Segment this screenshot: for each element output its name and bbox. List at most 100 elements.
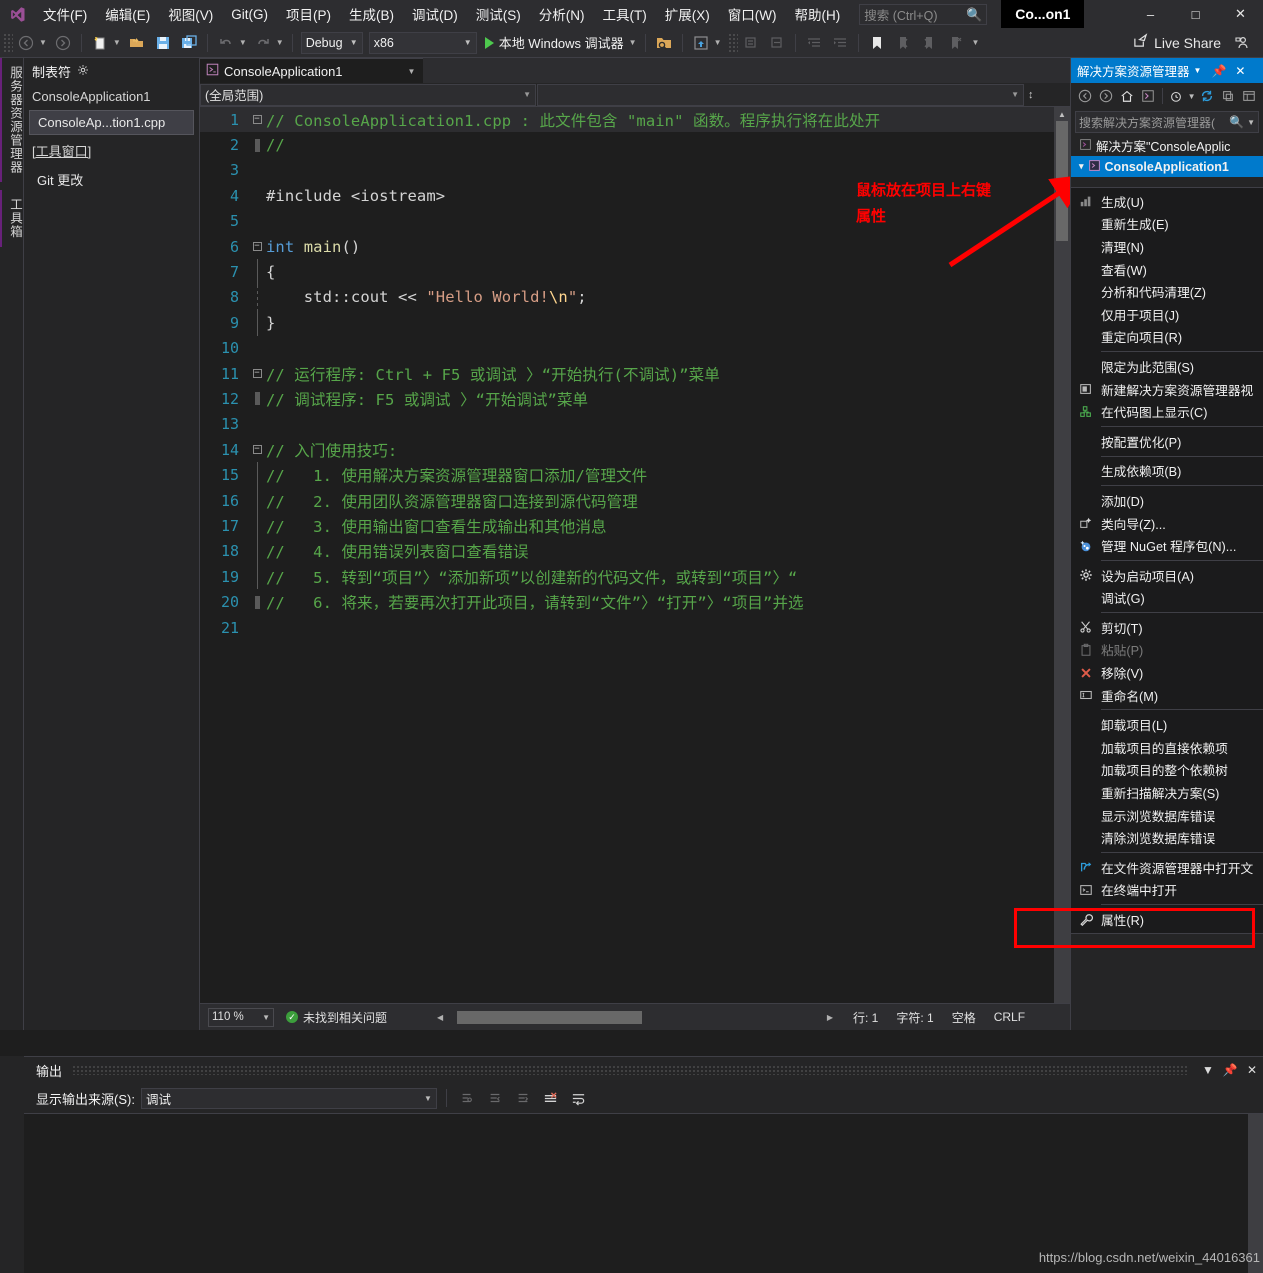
project-context-menu[interactable]: 生成(U) 重新生成(E) 清理(N) 查看(W) 分析和代码清理(Z) 仅用于项目(J)… [1070,187,1263,934]
expand-arrow-icon[interactable]: ▾ [1079,161,1084,172]
code-line[interactable]: 12 // 调试程序: F5 或调试 〉“开始调试”菜单 [200,386,1070,411]
context-menu-item[interactable]: 加载项目的整个依赖树 [1071,759,1263,782]
context-menu-item[interactable]: 添加(D) [1071,489,1263,512]
menu-help[interactable]: 帮助(H) [787,1,847,27]
context-menu-item[interactable]: 属性(R) [1071,908,1263,931]
code-line[interactable]: 2 // [200,132,1070,157]
live-share-button[interactable]: Live Share [1133,32,1221,53]
undo-dropdown-icon[interactable]: ▼ [239,38,247,47]
toolbar-overflow-icon[interactable]: ▼ [972,38,980,47]
search-icon-se[interactable]: 🔍 [1229,115,1244,129]
project-node[interactable]: ▾ ConsoleApplication1 [1071,156,1263,177]
code-line[interactable]: 16 // 2. 使用团队资源管理器窗口连接到源代码管理 [200,487,1070,514]
toolbar-grip-2[interactable] [727,32,738,53]
member-dropdown[interactable]: ▼ [537,83,1024,106]
output-drag-handle[interactable] [72,1065,1187,1075]
editor-tab-consoleapplication1[interactable]: ConsoleApplication1 ▼ [200,58,424,83]
toolbar-grip[interactable] [3,32,13,53]
context-menu-item[interactable]: 类向导(Z)... [1071,512,1263,535]
code-line[interactable]: 11 −// 运行程序: Ctrl + F5 或调试 〉“开始执行(不调试)”菜单 [200,361,1070,386]
new-project-icon[interactable] [88,31,112,55]
nav-forward-icon[interactable] [1096,86,1115,106]
solution-explorer-search[interactable]: 搜索解决方案资源管理器( 🔍 ▼ [1075,111,1259,133]
back-dropdown-icon[interactable]: ▼ [39,38,47,47]
context-menu-item[interactable]: 仅用于项目(J) [1071,303,1263,326]
context-menu-item[interactable]: 重命名(M) [1071,684,1263,707]
output-close-icon[interactable]: ✕ [1241,1063,1263,1077]
code-line[interactable]: 13 [200,412,1070,437]
fold-collapse-icon[interactable]: − [252,369,262,379]
output-source-dropdown[interactable]: 调试 ▼ [140,1087,437,1109]
run-dropdown-icon[interactable]: ▼ [629,38,637,47]
bookmark-icon[interactable] [865,31,889,55]
menu-debug[interactable]: 调试(D) [405,1,465,27]
code-line[interactable]: 17 // 3. 使用输出窗口查看生成输出和其他消息 [200,513,1070,539]
output-menu-icon[interactable]: ▼ [1197,1063,1219,1077]
open-file-icon[interactable] [125,31,149,55]
pending-dropdown-icon[interactable]: ▼ [1188,92,1196,101]
code-line[interactable]: 6 − int main() [200,234,1070,259]
home-icon[interactable] [1117,86,1136,106]
code-line[interactable]: 14 −// 入门使用技巧: [200,437,1070,462]
menu-extensions[interactable]: 扩展(X) [658,1,717,27]
chevron-down-icon-tab[interactable]: ▼ [408,67,416,76]
editor-vertical-scrollbar[interactable]: ▲ ▼ [1054,107,1070,1013]
context-menu-item[interactable]: 查看(W) [1071,258,1263,281]
context-menu-item[interactable]: 管理 NuGet 程序包(N)... [1071,534,1263,557]
context-menu-item[interactable]: 限定为此范围(S) [1071,355,1263,378]
live-preview-icon[interactable] [689,31,713,55]
refresh-icon[interactable] [1198,86,1217,106]
menu-tools[interactable]: 工具(T) [596,1,654,27]
split-view-icon[interactable]: ↕ [1028,89,1034,101]
context-menu-item[interactable]: 生成依赖项(B) [1071,460,1263,483]
search-folder-icon[interactable] [652,31,676,55]
toggle-word-wrap-icon[interactable] [568,1087,590,1109]
context-menu-item[interactable]: 清理(N) [1071,235,1263,258]
editor-scroll-thumb[interactable] [1056,121,1068,241]
properties-window-icon[interactable] [1240,86,1259,106]
minimize-button[interactable]: – [1128,0,1173,28]
redo-dropdown-icon[interactable]: ▼ [276,38,284,47]
context-menu-item[interactable]: 卸载项目(L) [1071,713,1263,736]
menu-project[interactable]: 项目(P) [279,1,338,27]
se-search-dropdown-icon[interactable]: ▼ [1247,118,1255,127]
context-menu-item[interactable]: 显示浏览数据库错误 [1071,804,1263,827]
menu-edit[interactable]: 编辑(E) [98,1,157,27]
code-line[interactable]: 9} [200,310,1070,336]
context-menu-item[interactable]: 清除浏览数据库错误 [1071,826,1263,849]
code-line[interactable]: 20 // 6. 将来，若要再次打开此项目，请转到“文件”〉“打开”〉“项目”并选 [200,589,1070,614]
context-menu-item[interactable]: 重新扫描解决方案(S) [1071,781,1263,804]
context-menu-item[interactable]: 在文件资源管理器中打开文 [1071,856,1263,879]
context-menu-item[interactable]: 分析和代码清理(Z) [1071,280,1263,303]
context-menu-item[interactable]: 加载项目的直接依赖项 [1071,736,1263,759]
menu-build[interactable]: 生成(B) [342,1,401,27]
save-icon[interactable] [151,31,175,55]
context-menu-item[interactable]: 按配置优化(P) [1071,430,1263,453]
collapse-all-icon[interactable] [1219,86,1238,106]
scope-dropdown[interactable]: (全局范围) ▼ [200,83,536,106]
zoom-level-dropdown[interactable]: 110 % ▼ [208,1007,274,1027]
tab-item-git-changes[interactable]: Git 更改 [29,166,194,193]
quick-search-box[interactable]: 搜索 (Ctrl+Q) 🔍 [859,3,988,25]
context-menu-item[interactable]: 新建解决方案资源管理器视 [1071,378,1263,401]
hscroll-thumb[interactable] [457,1010,643,1024]
context-menu-item[interactable]: 调试(G) [1071,587,1263,610]
context-menu-item[interactable]: 在终端中打开 [1071,879,1263,902]
solution-platform-dropdown[interactable]: x86 ▼ [368,31,477,54]
editor-horizontal-scrollbar[interactable]: ◀ ▶ [435,1009,836,1025]
code-line[interactable]: 1 −// ConsoleApplication1.cpp : 此文件包含 "ma… [200,107,1070,133]
nav-back-icon[interactable] [1075,86,1094,106]
navigate-forward-icon[interactable] [51,31,75,55]
panel-menu-icon[interactable]: ▼ [1194,66,1202,75]
navigate-back-icon[interactable] [14,31,38,55]
code-editor[interactable]: 1−// ConsoleApplication1.cpp : 此文件包含 "ma… [200,107,1070,1013]
menu-window[interactable]: 窗口(W) [721,1,784,27]
code-line[interactable]: 7{ [200,259,1070,285]
menu-test[interactable]: 测试(S) [469,1,528,27]
code-line[interactable]: 15 // 1. 使用解决方案资源管理器窗口添加/管理文件 [200,462,1070,488]
code-line[interactable]: 5 [200,209,1070,234]
hscroll-right-icon[interactable]: ▶ [827,1013,833,1022]
code-line[interactable]: 21 [200,615,1070,640]
start-debugging-button[interactable]: 本地 Windows 调试器 ▼ [484,33,640,52]
output-pin-icon[interactable]: 📌 [1219,1063,1241,1077]
